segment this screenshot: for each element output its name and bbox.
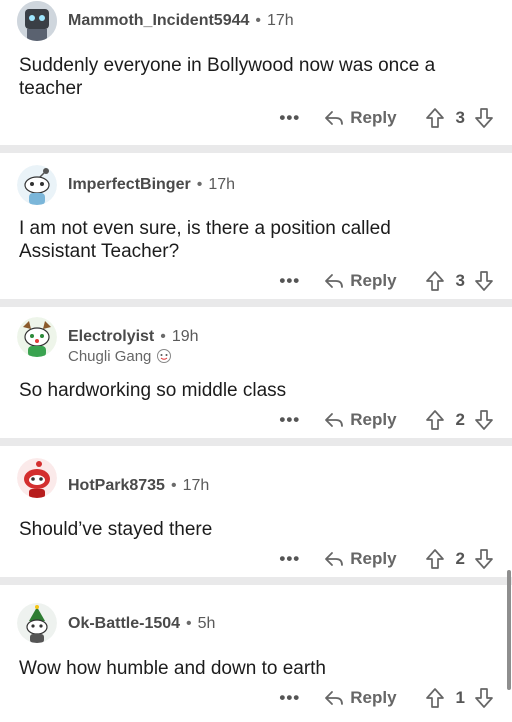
comment-body: Suddenly everyone in Bollywood now was o…: [19, 55, 436, 99]
reply-label: Reply: [350, 549, 397, 568]
comment-actions: ••• Reply 3: [279, 267, 494, 295]
reply-button[interactable]: Reply: [324, 271, 397, 291]
separator-dot: •: [186, 615, 192, 632]
comment-meta: HotPark8735 • 17h: [68, 477, 209, 495]
reply-button[interactable]: Reply: [324, 410, 397, 430]
downvote-icon[interactable]: [474, 107, 494, 129]
vote-control: 3: [425, 270, 494, 292]
more-options-button[interactable]: •••: [279, 271, 300, 291]
comment-body: I am not even sure, is there a position …: [19, 218, 391, 262]
comment: Ok-Battle-1504 • 5h Wow how humble and dow…: [0, 585, 512, 722]
vote-count: 2: [455, 410, 465, 429]
comment-meta: ImperfectBinger • 17h: [68, 176, 235, 194]
vote-control: 2: [425, 548, 494, 570]
reply-icon: [325, 111, 344, 125]
upvote-icon[interactable]: [425, 687, 445, 709]
comment: Mammoth_Incident5944 • 17h Suddenly everyo…: [0, 0, 512, 145]
upvote-icon[interactable]: [425, 270, 445, 292]
username-link[interactable]: Mammoth_Incident5944: [68, 12, 249, 29]
comment-body: So hardworking so middle class: [19, 380, 287, 401]
comment-body: Should’ve stayed there: [19, 519, 213, 540]
username-link[interactable]: HotPark8735: [68, 477, 165, 494]
reply-button[interactable]: Reply: [324, 108, 397, 128]
username-link[interactable]: Electrolyist: [68, 328, 154, 345]
comment: ImperfectBinger • 17h I am not even sure, …: [0, 153, 512, 299]
comment-actions: ••• Reply 2: [279, 545, 494, 573]
tree-snoo-avatar-icon[interactable]: [17, 603, 57, 643]
upvote-icon[interactable]: [425, 409, 445, 431]
upvote-icon[interactable]: [425, 548, 445, 570]
comment-meta: Electrolyist • 19h: [68, 328, 199, 346]
scrollbar[interactable]: [507, 570, 511, 690]
separator-dot: •: [160, 328, 166, 345]
timestamp: 17h: [182, 477, 210, 494]
reply-label: Reply: [350, 688, 397, 707]
reply-icon: [325, 413, 344, 427]
comment-meta: Ok-Battle-1504 • 5h: [68, 615, 215, 633]
comment-body: Wow how humble and down to earth: [19, 658, 326, 679]
robot-avatar-icon[interactable]: [17, 1, 57, 41]
timestamp: 5h: [197, 615, 216, 632]
downvote-icon[interactable]: [474, 548, 494, 570]
timestamp: 17h: [267, 12, 294, 29]
username-link[interactable]: ImperfectBinger: [68, 176, 191, 193]
comment: HotPark8735 • 17h Should’ve stayed there •…: [0, 446, 512, 577]
vote-count: 1: [455, 688, 465, 707]
comment-actions: ••• Reply 2: [279, 406, 494, 434]
downvote-icon[interactable]: [474, 687, 494, 709]
snoo-avatar-icon[interactable]: [17, 165, 57, 205]
separator-dot: •: [255, 12, 261, 29]
comment-actions: ••• Reply 3: [279, 104, 494, 132]
more-options-button[interactable]: •••: [279, 688, 300, 708]
reply-icon: [325, 552, 344, 566]
reply-button[interactable]: Reply: [324, 688, 397, 708]
comment: Electrolyist • 19h Chugli Gang So hardwork…: [0, 307, 512, 438]
separator-dot: •: [170, 477, 177, 494]
vote-control: 1: [425, 687, 494, 709]
holiday-snoo-avatar-icon[interactable]: [17, 317, 57, 357]
timestamp: 19h: [171, 328, 199, 345]
user-flair: Chugli Gang: [68, 348, 172, 365]
red-snoo-avatar-icon[interactable]: [17, 458, 57, 498]
downvote-icon[interactable]: [474, 270, 494, 292]
reply-icon: [325, 274, 344, 288]
more-options-button[interactable]: •••: [279, 108, 300, 128]
more-options-button[interactable]: •••: [279, 410, 300, 430]
more-options-button[interactable]: •••: [279, 549, 300, 569]
vote-control: 2: [425, 409, 494, 431]
reply-label: Reply: [350, 271, 397, 290]
separator-dot: •: [196, 176, 203, 193]
username-link[interactable]: Ok-Battle-1504: [68, 615, 180, 632]
reply-label: Reply: [350, 108, 397, 127]
upvote-icon[interactable]: [425, 107, 445, 129]
reply-label: Reply: [350, 410, 397, 429]
flair-emoji-icon: [157, 349, 172, 363]
vote-count: 2: [455, 549, 465, 568]
vote-control: 3: [425, 107, 494, 129]
reply-icon: [325, 691, 344, 705]
downvote-icon[interactable]: [474, 409, 494, 431]
timestamp: 17h: [208, 176, 236, 193]
flair-text: Chugli Gang: [68, 348, 152, 365]
vote-count: 3: [455, 108, 465, 127]
vote-count: 3: [455, 271, 465, 290]
comment-actions: ••• Reply 1: [279, 684, 494, 712]
comment-meta: Mammoth_Incident5944 • 17h: [68, 12, 294, 30]
reply-button[interactable]: Reply: [324, 549, 397, 569]
